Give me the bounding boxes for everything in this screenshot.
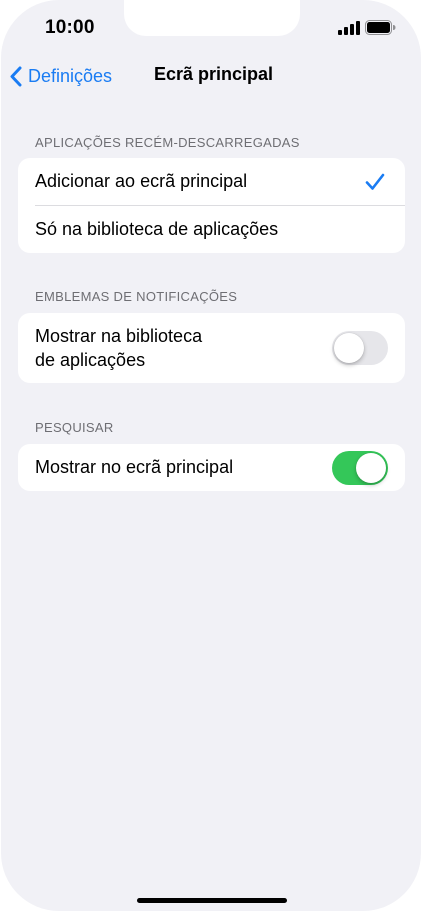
search-group: Mostrar no ecrã principal (18, 444, 405, 491)
checkmark-icon (365, 173, 385, 190)
toggle-knob (334, 333, 364, 363)
status-time: 10:00 (45, 17, 95, 38)
notch (124, 0, 300, 36)
row-label: Mostrar no ecrã principal (35, 457, 234, 477)
section-header-new-apps: APLICAÇÕES RECÉM-DESCARREGADAS (35, 135, 300, 150)
notification-badges-group: Mostrar na biblioteca de aplicações (18, 313, 405, 383)
new-apps-group: Adicionar ao ecrã principal Só na biblio… (18, 158, 405, 253)
row-label: Mostrar na biblioteca de aplicações (35, 324, 202, 372)
back-label: Definições (28, 65, 113, 86)
option-label: Só na biblioteca de aplicações (35, 218, 279, 239)
phone-screen: 10:00 Definições Ecrã principal APLICAÇÕ… (1, 0, 421, 911)
page-title: Ecrã principal (154, 64, 274, 84)
option-label: Adicionar ao ecrã principal (35, 171, 248, 191)
option-add-to-home-screen[interactable]: Adicionar ao ecrã principal (18, 158, 405, 205)
option-app-library-only[interactable]: Só na biblioteca de aplicações (18, 205, 405, 253)
show-on-home-screen-toggle[interactable] (332, 451, 388, 485)
navigation-bar: Definições Ecrã principal (1, 58, 421, 94)
show-in-app-library-row: Mostrar na biblioteca de aplicações (18, 313, 405, 383)
cellular-signal-icon (338, 21, 360, 35)
row-label-line-1: Mostrar na biblioteca (35, 326, 203, 346)
back-button[interactable]: Definições (9, 62, 112, 90)
home-indicator[interactable] (137, 898, 287, 903)
show-in-app-library-toggle[interactable] (332, 331, 388, 365)
row-label-line-2: de aplicações (35, 350, 146, 370)
section-header-search: PESQUISAR (35, 420, 114, 435)
toggle-knob (356, 453, 386, 483)
section-header-notification-badges: EMBLEMAS DE NOTIFICAÇÕES (35, 289, 238, 304)
battery-icon (365, 20, 396, 35)
chevron-left-icon (10, 66, 22, 86)
show-on-home-screen-row: Mostrar no ecrã principal (18, 444, 405, 491)
